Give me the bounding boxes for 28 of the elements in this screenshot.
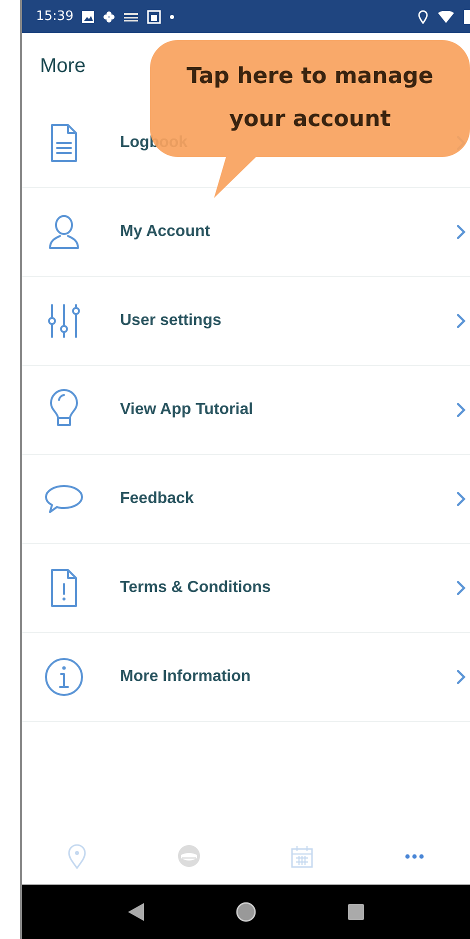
menu-item[interactable]: User settings bbox=[120, 312, 222, 330]
menu-item[interactable]: Terms & Conditions bbox=[120, 579, 271, 597]
more-icon[interactable] bbox=[405, 854, 424, 858]
chevron-icon bbox=[456, 313, 466, 329]
chevron-icon bbox=[456, 224, 466, 240]
battery-icon bbox=[464, 10, 470, 24]
callout-text: Tap here to manage your account bbox=[186, 63, 434, 134]
dot-icon bbox=[170, 14, 174, 18]
info-icon bbox=[42, 655, 86, 699]
page-title: More bbox=[40, 54, 86, 78]
location-icon[interactable] bbox=[68, 844, 86, 868]
status-time: 15:39 bbox=[36, 9, 74, 24]
home-icon[interactable] bbox=[236, 902, 256, 922]
menu-item[interactable]: My Account bbox=[120, 223, 210, 241]
recents-icon[interactable] bbox=[348, 904, 364, 920]
chevron-icon bbox=[456, 402, 466, 418]
flower-icon bbox=[103, 10, 116, 22]
menu-item[interactable]: Feedback bbox=[120, 490, 194, 508]
back-icon[interactable] bbox=[128, 903, 144, 921]
chevron-icon bbox=[456, 669, 466, 685]
chevron-icon bbox=[456, 580, 466, 596]
menu-item[interactable]: More Information bbox=[120, 668, 251, 686]
image-icon bbox=[82, 10, 94, 22]
menu-item[interactable]: View App Tutorial bbox=[120, 401, 254, 419]
wifi-icon bbox=[438, 10, 454, 22]
chevron-icon bbox=[456, 491, 466, 507]
face-icon[interactable] bbox=[178, 845, 200, 867]
location-icon bbox=[418, 10, 428, 24]
